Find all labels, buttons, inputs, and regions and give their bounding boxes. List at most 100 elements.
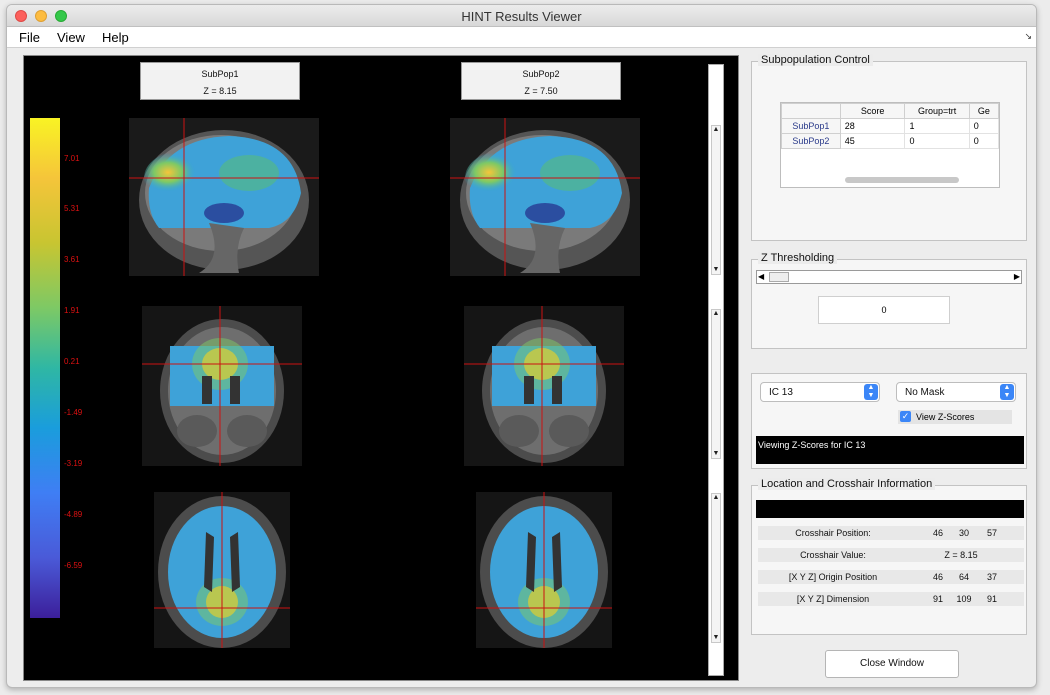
coronal-slice-subpop1[interactable] xyxy=(142,306,302,466)
info-label: Crosshair Value: xyxy=(800,550,866,560)
app-window: HINT Results Viewer File View Help ↘ Sub… xyxy=(6,4,1037,688)
subpop2-z: Z = 7.50 xyxy=(524,86,558,96)
subpop2-name: SubPop2 xyxy=(522,69,560,79)
table-cell[interactable]: 28 xyxy=(839,118,906,134)
axial-slice-subpop1[interactable] xyxy=(154,492,290,648)
z-threshold-slider[interactable]: ◀ ▶ xyxy=(756,270,1022,284)
info-value: 46 xyxy=(932,528,943,538)
location-title: Location and Crosshair Information xyxy=(758,478,936,490)
scroll-down-arrow-icon[interactable]: ▼ xyxy=(711,633,721,643)
toolbar-toggle-icon[interactable]: ↘ xyxy=(1024,31,1032,42)
col-header[interactable]: Score xyxy=(839,103,906,119)
crosshair-value-row: Crosshair Value: Z = 8.15 xyxy=(758,548,1024,562)
colorbar xyxy=(30,118,60,618)
subpopulation-control-panel: Subpopulation Control Score Group=trt Ge… xyxy=(751,54,1027,241)
slider-thumb[interactable] xyxy=(769,272,789,282)
sagittal-scroll-track[interactable] xyxy=(711,125,721,275)
table-row[interactable]: SubPop2 45 0 0 xyxy=(781,133,999,149)
info-value: 57 xyxy=(986,528,997,538)
col-header[interactable]: Group=trt xyxy=(904,103,970,119)
axial-slice-subpop2[interactable] xyxy=(476,492,612,648)
select-arrows-icon: ▲ ▼ xyxy=(1000,384,1014,400)
coronal-slice-subpop2[interactable] xyxy=(464,306,624,466)
col-header[interactable]: Ge xyxy=(968,103,999,119)
info-value: 37 xyxy=(986,572,997,582)
view-z-scores-label: View Z-Scores xyxy=(916,412,975,422)
crosshair-position-row: Crosshair Position: 46 30 57 xyxy=(758,526,1024,540)
origin-position-row: [X Y Z] Origin Position 46 64 37 xyxy=(758,570,1024,584)
z-thresholding-panel: Z Thresholding ◀ ▶ 0 xyxy=(751,252,1027,349)
colorbar-label: -4.89 xyxy=(64,510,83,519)
table-cell[interactable]: 45 xyxy=(839,133,906,149)
window-title: HINT Results Viewer xyxy=(461,9,582,24)
menu-bar: File View Help ↘ xyxy=(7,27,1036,48)
colorbar-label: -6.59 xyxy=(64,561,83,570)
view-z-scores-row[interactable]: ✓ View Z-Scores xyxy=(898,410,1012,424)
coronal-scroll-track[interactable] xyxy=(711,309,721,459)
scroll-up-arrow-icon[interactable]: ▲ xyxy=(711,125,721,135)
scroll-down-arrow-icon[interactable]: ▼ xyxy=(711,265,721,275)
subpop2-header: SubPop2 Z = 7.50 xyxy=(461,62,621,100)
location-crosshair-panel: Location and Crosshair Information Cross… xyxy=(751,478,1027,635)
z-threshold-value[interactable]: 0 xyxy=(818,296,950,324)
mask-select-value: No Mask xyxy=(905,387,945,398)
colorbar-label: 5.31 xyxy=(64,204,80,213)
close-window-button[interactable]: Close Window xyxy=(825,650,959,678)
table-cell[interactable]: 1 xyxy=(904,118,970,134)
mask-select[interactable]: No Mask ▲ ▼ xyxy=(896,382,1016,402)
location-display xyxy=(756,500,1024,518)
subpop1-name: SubPop1 xyxy=(201,69,239,79)
info-value: 109 xyxy=(956,594,972,604)
dimension-row: [X Y Z] Dimension 91 109 91 xyxy=(758,592,1024,606)
select-arrows-icon: ▲ ▼ xyxy=(864,384,878,400)
row-header[interactable]: SubPop2 xyxy=(781,133,841,149)
subpop1-header: SubPop1 Z = 8.15 xyxy=(140,62,300,100)
subpop-table[interactable]: Score Group=trt Ge SubPop1 28 1 0 SubPop… xyxy=(780,102,1000,188)
subpopulation-control-title: Subpopulation Control xyxy=(758,54,873,66)
view-z-scores-checkbox[interactable]: ✓ xyxy=(900,411,911,422)
ic-select-value: IC 13 xyxy=(769,387,793,398)
colorbar-label: -1.49 xyxy=(64,408,83,417)
colorbar-label: 3.61 xyxy=(64,255,80,264)
scroll-up-arrow-icon[interactable]: ▲ xyxy=(711,309,721,319)
slider-left-arrow-icon[interactable]: ◀ xyxy=(758,271,764,283)
slider-right-arrow-icon[interactable]: ▶ xyxy=(1014,271,1020,283)
info-value: 30 xyxy=(958,528,969,538)
axial-scroll-track[interactable] xyxy=(711,493,721,643)
info-value: Z = 8.15 xyxy=(944,550,978,560)
menu-view[interactable]: View xyxy=(57,30,85,45)
info-value: 91 xyxy=(986,594,997,604)
info-label: [X Y Z] Origin Position xyxy=(788,572,878,582)
info-value: 64 xyxy=(958,572,969,582)
ic-select[interactable]: IC 13 ▲ ▼ xyxy=(760,382,880,402)
info-label: Crosshair Position: xyxy=(795,528,871,538)
view-controls-panel: IC 13 ▲ ▼ No Mask ▲ ▼ ✓ View Z-Scores View… xyxy=(751,373,1027,469)
row-header[interactable]: SubPop1 xyxy=(781,118,841,134)
subpop-table-grid: Score Group=trt Ge SubPop1 28 1 0 SubPop… xyxy=(781,103,999,149)
table-corner xyxy=(781,103,841,119)
scroll-up-arrow-icon[interactable]: ▲ xyxy=(711,493,721,503)
sagittal-slice-subpop2[interactable] xyxy=(450,118,640,276)
status-display: Viewing Z-Scores for IC 13 xyxy=(756,436,1024,464)
subpop1-z: Z = 8.15 xyxy=(203,86,237,96)
colorbar-label: 1.91 xyxy=(64,306,80,315)
table-horizontal-scrollbar[interactable] xyxy=(845,177,959,183)
table-cell[interactable]: 0 xyxy=(968,133,999,149)
brain-viewer: SubPop1 Z = 8.15 SubPop2 Z = 7.50 7.01 5… xyxy=(23,55,739,681)
info-value: 91 xyxy=(932,594,943,604)
info-value: 46 xyxy=(932,572,943,582)
info-label: [X Y Z] Dimension xyxy=(796,594,870,604)
table-row[interactable]: SubPop1 28 1 0 xyxy=(781,118,999,134)
z-thresholding-title: Z Thresholding xyxy=(758,252,838,264)
sagittal-slice-subpop1[interactable] xyxy=(129,118,319,276)
colorbar-label: -3.19 xyxy=(64,459,83,468)
menu-file[interactable]: File xyxy=(19,30,40,45)
scroll-down-arrow-icon[interactable]: ▼ xyxy=(711,449,721,459)
colorbar-label: 7.01 xyxy=(64,154,80,163)
table-cell[interactable]: 0 xyxy=(904,133,970,149)
colorbar-label: 0.21 xyxy=(64,357,80,366)
slice-scrollbar[interactable]: ▲ ▼ ▲ ▼ ▲ ▼ xyxy=(708,64,724,676)
table-cell[interactable]: 0 xyxy=(968,118,999,134)
menu-help[interactable]: Help xyxy=(102,30,129,45)
title-bar: HINT Results Viewer xyxy=(7,5,1036,27)
